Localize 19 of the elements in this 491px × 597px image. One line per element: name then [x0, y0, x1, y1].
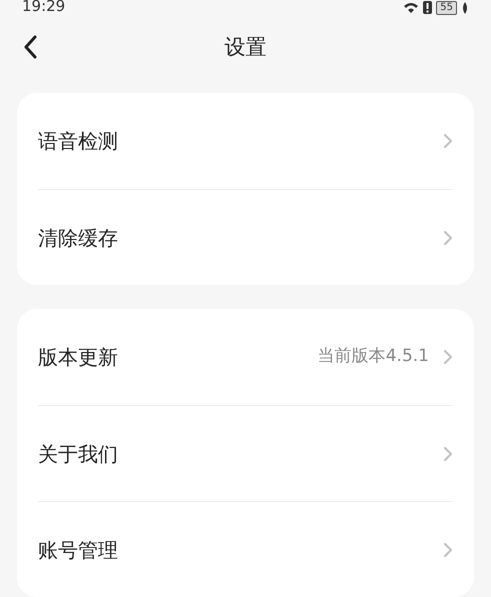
settings-row[interactable]: 版本更新 当前版本4.5.1 [38, 309, 453, 405]
row-label: 关于我们 [38, 440, 118, 468]
chevron-icon [443, 349, 453, 365]
chevron-icon [443, 446, 453, 462]
chevron-icon [443, 542, 453, 558]
settings-row[interactable]: 关于我们 [38, 405, 453, 501]
row-label: 账号管理 [38, 536, 118, 564]
settings-row[interactable]: 清除缓存 [38, 189, 453, 285]
chevron-icon [443, 133, 453, 149]
wifi-icon [403, 1, 420, 14]
row-label: 清除缓存 [38, 224, 118, 252]
row-label: 版本更新 [38, 344, 118, 371]
settings-row[interactable]: 语音检测 [38, 93, 453, 189]
row-value: 当前版本4.5.1 [318, 345, 429, 368]
settings-row[interactable]: 账号管理 [38, 501, 453, 597]
page-title: 设置 [224, 34, 266, 61]
battery-level: 55 [436, 0, 457, 15]
row-label: 语音检测 [38, 128, 118, 155]
chevron-icon [443, 230, 453, 246]
